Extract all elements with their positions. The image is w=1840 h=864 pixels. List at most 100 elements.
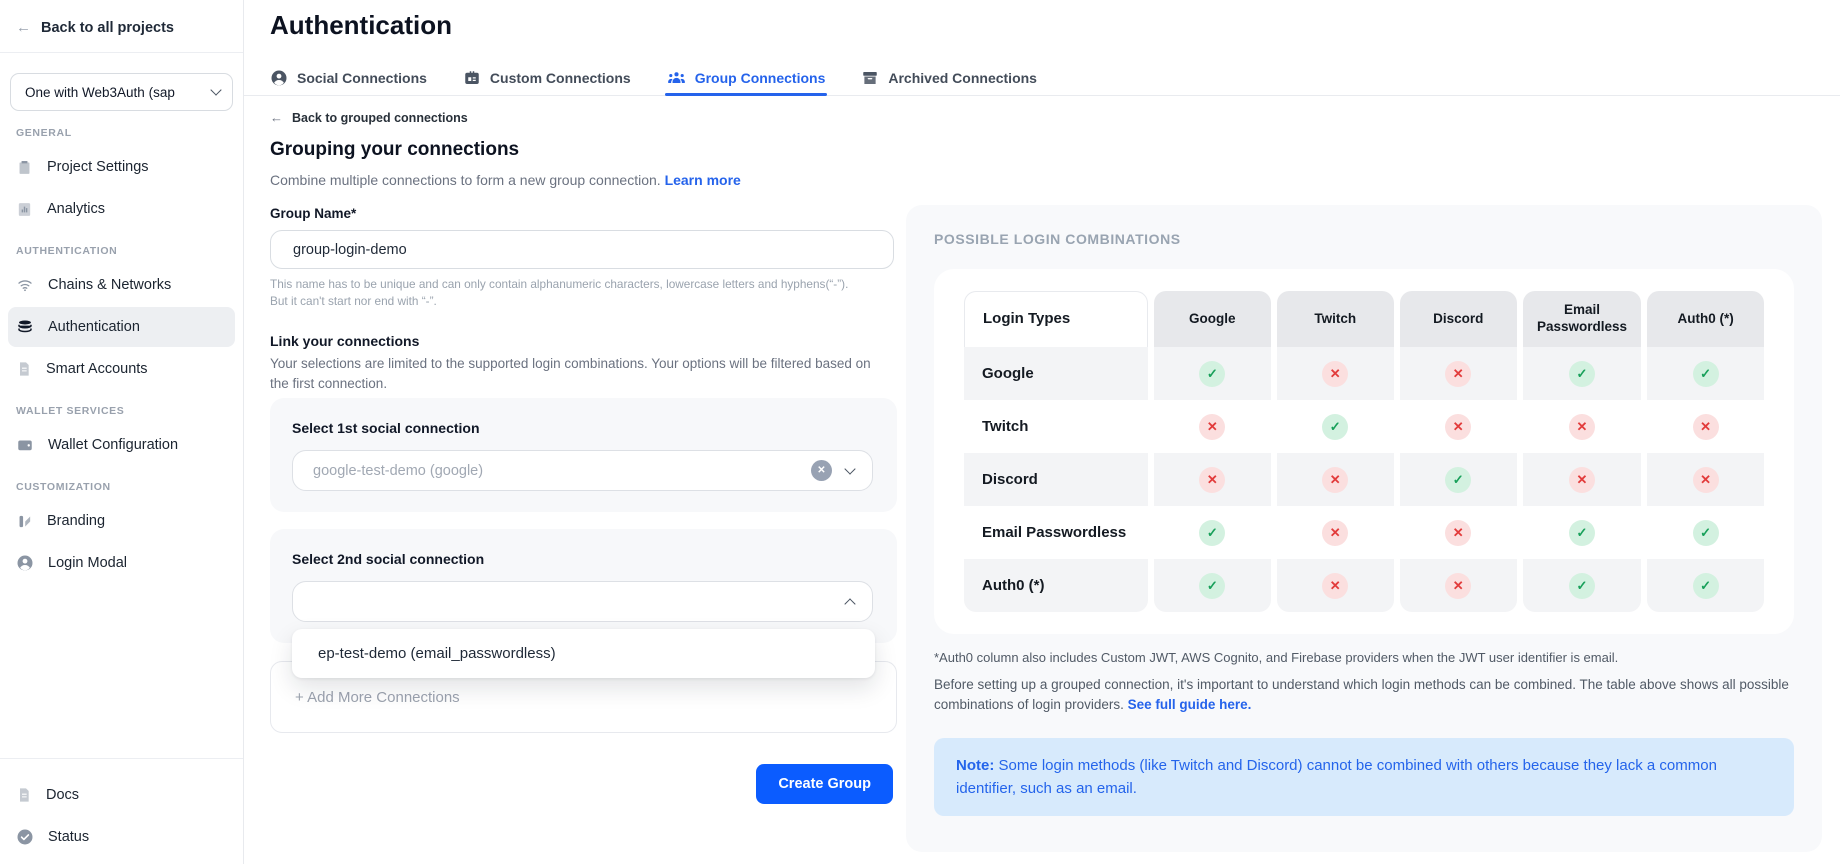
select-first-connection-input[interactable]: google-test-demo (google) ✕ xyxy=(292,450,873,491)
sidebar-item-branding[interactable]: Branding xyxy=(8,501,235,541)
table-row: Google✓✕✕✓✓ xyxy=(964,347,1764,400)
table-cell: ✕ xyxy=(1400,559,1517,612)
sidebar-item-wallet-configuration[interactable]: Wallet Configuration xyxy=(8,425,235,465)
sidebar-section-label: AUTHENTICATION xyxy=(16,245,243,257)
document-icon xyxy=(16,361,32,377)
project-selector-value: One with Web3Auth (sap xyxy=(25,85,175,100)
cross-icon: ✕ xyxy=(1569,414,1595,440)
sidebar: ← Back to all projects One with Web3Auth… xyxy=(0,0,244,864)
clipboard-icon xyxy=(16,159,33,176)
wifi-icon xyxy=(16,276,34,294)
table-cell: ✕ xyxy=(1400,347,1517,400)
link-connections-heading: Link your connections xyxy=(270,333,419,349)
sidebar-section-label: GENERAL xyxy=(16,127,243,139)
table-cell: ✕ xyxy=(1277,347,1394,400)
check-icon: ✓ xyxy=(1199,520,1225,546)
sidebar-item-smart-accounts[interactable]: Smart Accounts xyxy=(8,349,235,389)
learn-more-link[interactable]: Learn more xyxy=(665,172,741,188)
table-cell: ✓ xyxy=(1647,559,1764,612)
dropdown-option[interactable]: ep-test-demo (email_passwordless) xyxy=(318,645,849,662)
sidebar-item-analytics[interactable]: Analytics xyxy=(8,189,235,229)
table-cell: ✓ xyxy=(1154,506,1271,559)
chevron-down-icon xyxy=(844,463,855,474)
chevron-up-icon xyxy=(844,598,855,609)
select-second-connection-input[interactable] xyxy=(292,581,873,622)
cross-icon: ✕ xyxy=(1322,361,1348,387)
form-heading: Grouping your connections xyxy=(270,139,519,161)
combinations-table: Login TypesGoogleTwitchDiscordEmail Pass… xyxy=(958,291,1770,612)
sidebar-footer: Docs Status xyxy=(0,758,243,864)
arrow-left-icon: ← xyxy=(16,19,31,36)
check-icon: ✓ xyxy=(1569,520,1595,546)
group-name-input[interactable]: group-login-demo xyxy=(270,230,894,269)
grouping-form: Grouping your connections Combine multip… xyxy=(270,0,897,864)
project-selector[interactable]: One with Web3Auth (sap xyxy=(10,73,233,111)
sidebar-item-project-settings[interactable]: Project Settings xyxy=(8,147,235,187)
table-row-label: Auth0 (*) xyxy=(964,559,1148,612)
sidebar-item-label: Analytics xyxy=(47,201,105,217)
cross-icon: ✕ xyxy=(1569,467,1595,493)
group-name-label: Group Name* xyxy=(270,206,356,221)
wallet-icon xyxy=(16,436,34,454)
cross-icon: ✕ xyxy=(1322,573,1348,599)
table-row-label: Google xyxy=(964,347,1148,400)
select-first-connection-label: Select 1st social connection xyxy=(292,420,873,436)
check-icon: ✓ xyxy=(1693,520,1719,546)
table-column-header: Auth0 (*) xyxy=(1647,291,1764,347)
check-icon: ✓ xyxy=(1322,414,1348,440)
branding-icon xyxy=(16,513,33,530)
cross-icon: ✕ xyxy=(1693,467,1719,493)
sidebar-item-status[interactable]: Status xyxy=(8,817,235,857)
combinations-card: Login TypesGoogleTwitchDiscordEmail Pass… xyxy=(934,269,1794,634)
auth0-footnote: *Auth0 column also includes Custom JWT, … xyxy=(934,650,1794,665)
table-cell: ✕ xyxy=(1647,400,1764,453)
sidebar-section-label: CUSTOMIZATION xyxy=(16,481,243,493)
cross-icon: ✕ xyxy=(1445,573,1471,599)
sidebar-item-docs[interactable]: Docs xyxy=(8,775,235,815)
table-row-label: Email Passwordless xyxy=(964,506,1148,559)
sidebar-item-chains-networks[interactable]: Chains & Networks xyxy=(8,265,235,305)
combinations-description: Before setting up a grouped connection, … xyxy=(934,675,1790,716)
table-row: Twitch✕✓✕✕✕ xyxy=(964,400,1764,453)
check-icon: ✓ xyxy=(1569,573,1595,599)
table-column-header: Twitch xyxy=(1277,291,1394,347)
table-cell: ✕ xyxy=(1277,453,1394,506)
table-row: Email Passwordless✓✕✕✓✓ xyxy=(964,506,1764,559)
check-icon: ✓ xyxy=(1569,361,1595,387)
sidebar-item-authentication[interactable]: Authentication xyxy=(8,307,235,347)
sidebar-item-login-modal[interactable]: Login Modal xyxy=(8,543,235,583)
back-to-projects-link[interactable]: ← Back to all projects xyxy=(0,0,243,53)
cross-icon: ✕ xyxy=(1322,467,1348,493)
note-box: Note: Some login methods (like Twitch an… xyxy=(934,738,1794,817)
sidebar-nav: GENERAL Project Settings Analytics AUTHENTI… xyxy=(0,127,243,583)
cross-icon: ✕ xyxy=(1199,467,1225,493)
table-cell: ✕ xyxy=(1523,453,1641,506)
second-connection-card: Select 2nd social connection xyxy=(270,529,897,643)
table-cell: ✓ xyxy=(1154,347,1271,400)
table-row-label: Twitch xyxy=(964,400,1148,453)
tab-label: Archived Connections xyxy=(888,70,1037,86)
table-cell: ✓ xyxy=(1277,400,1394,453)
check-icon: ✓ xyxy=(1693,361,1719,387)
table-row: Discord ✕ ✕ ✓ ✕ ✕ xyxy=(964,453,1764,506)
table-cell: ✓ xyxy=(1400,453,1517,506)
table-cell: ✕ xyxy=(1647,453,1764,506)
sidebar-item-label: Wallet Configuration xyxy=(48,437,178,453)
sidebar-item-label: Smart Accounts xyxy=(46,361,148,377)
form-subheading: Combine multiple connections to form a n… xyxy=(270,172,741,188)
clear-selection-icon[interactable]: ✕ xyxy=(811,460,832,481)
table-row-label: Discord xyxy=(964,453,1148,506)
create-group-button[interactable]: Create Group xyxy=(756,764,893,804)
sidebar-item-label: Project Settings xyxy=(47,159,149,175)
table-cell: ✕ xyxy=(1154,400,1271,453)
check-circle-icon xyxy=(16,828,34,846)
cross-icon: ✕ xyxy=(1445,361,1471,387)
sidebar-item-label: Status xyxy=(48,829,89,845)
combinations-title: POSSIBLE LOGIN COMBINATIONS xyxy=(934,231,1794,247)
table-cell: ✓ xyxy=(1154,559,1271,612)
full-guide-link[interactable]: See full guide here. xyxy=(1128,697,1252,712)
sidebar-item-label: Chains & Networks xyxy=(48,277,171,293)
cross-icon: ✕ xyxy=(1445,520,1471,546)
stack-icon xyxy=(16,318,34,336)
table-cell: ✕ xyxy=(1277,559,1394,612)
